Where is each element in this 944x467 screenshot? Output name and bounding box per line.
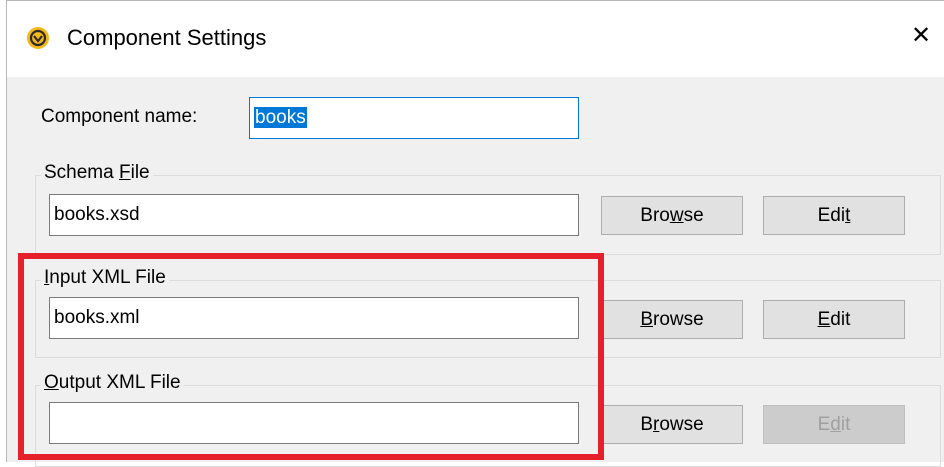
output-edit-button: Edit bbox=[763, 405, 905, 444]
component-name-label: Component name: bbox=[41, 106, 198, 127]
component-name-value: books bbox=[254, 107, 307, 128]
output-browse-button[interactable]: Browse bbox=[601, 405, 743, 444]
close-button[interactable]: ✕ bbox=[897, 11, 944, 59]
title-bar: Component Settings ✕ bbox=[7, 1, 944, 77]
component-name-input[interactable]: books bbox=[249, 97, 579, 139]
highlight-box bbox=[18, 253, 604, 460]
input-edit-button[interactable]: Edit bbox=[763, 300, 905, 339]
component-settings-dialog: Component Settings ✕ Component name: boo… bbox=[6, 0, 944, 467]
schema-edit-button[interactable]: Edit bbox=[763, 196, 905, 235]
schema-file-input[interactable]: books.xsd bbox=[49, 194, 579, 236]
schema-file-legend: Schema File bbox=[41, 161, 153, 185]
input-browse-button[interactable]: Browse bbox=[601, 300, 743, 339]
close-icon: ✕ bbox=[910, 21, 932, 49]
mapforce-logo-icon bbox=[27, 27, 49, 49]
window-title: Component Settings bbox=[67, 25, 267, 50]
schema-browse-button[interactable]: Browse bbox=[601, 196, 743, 235]
